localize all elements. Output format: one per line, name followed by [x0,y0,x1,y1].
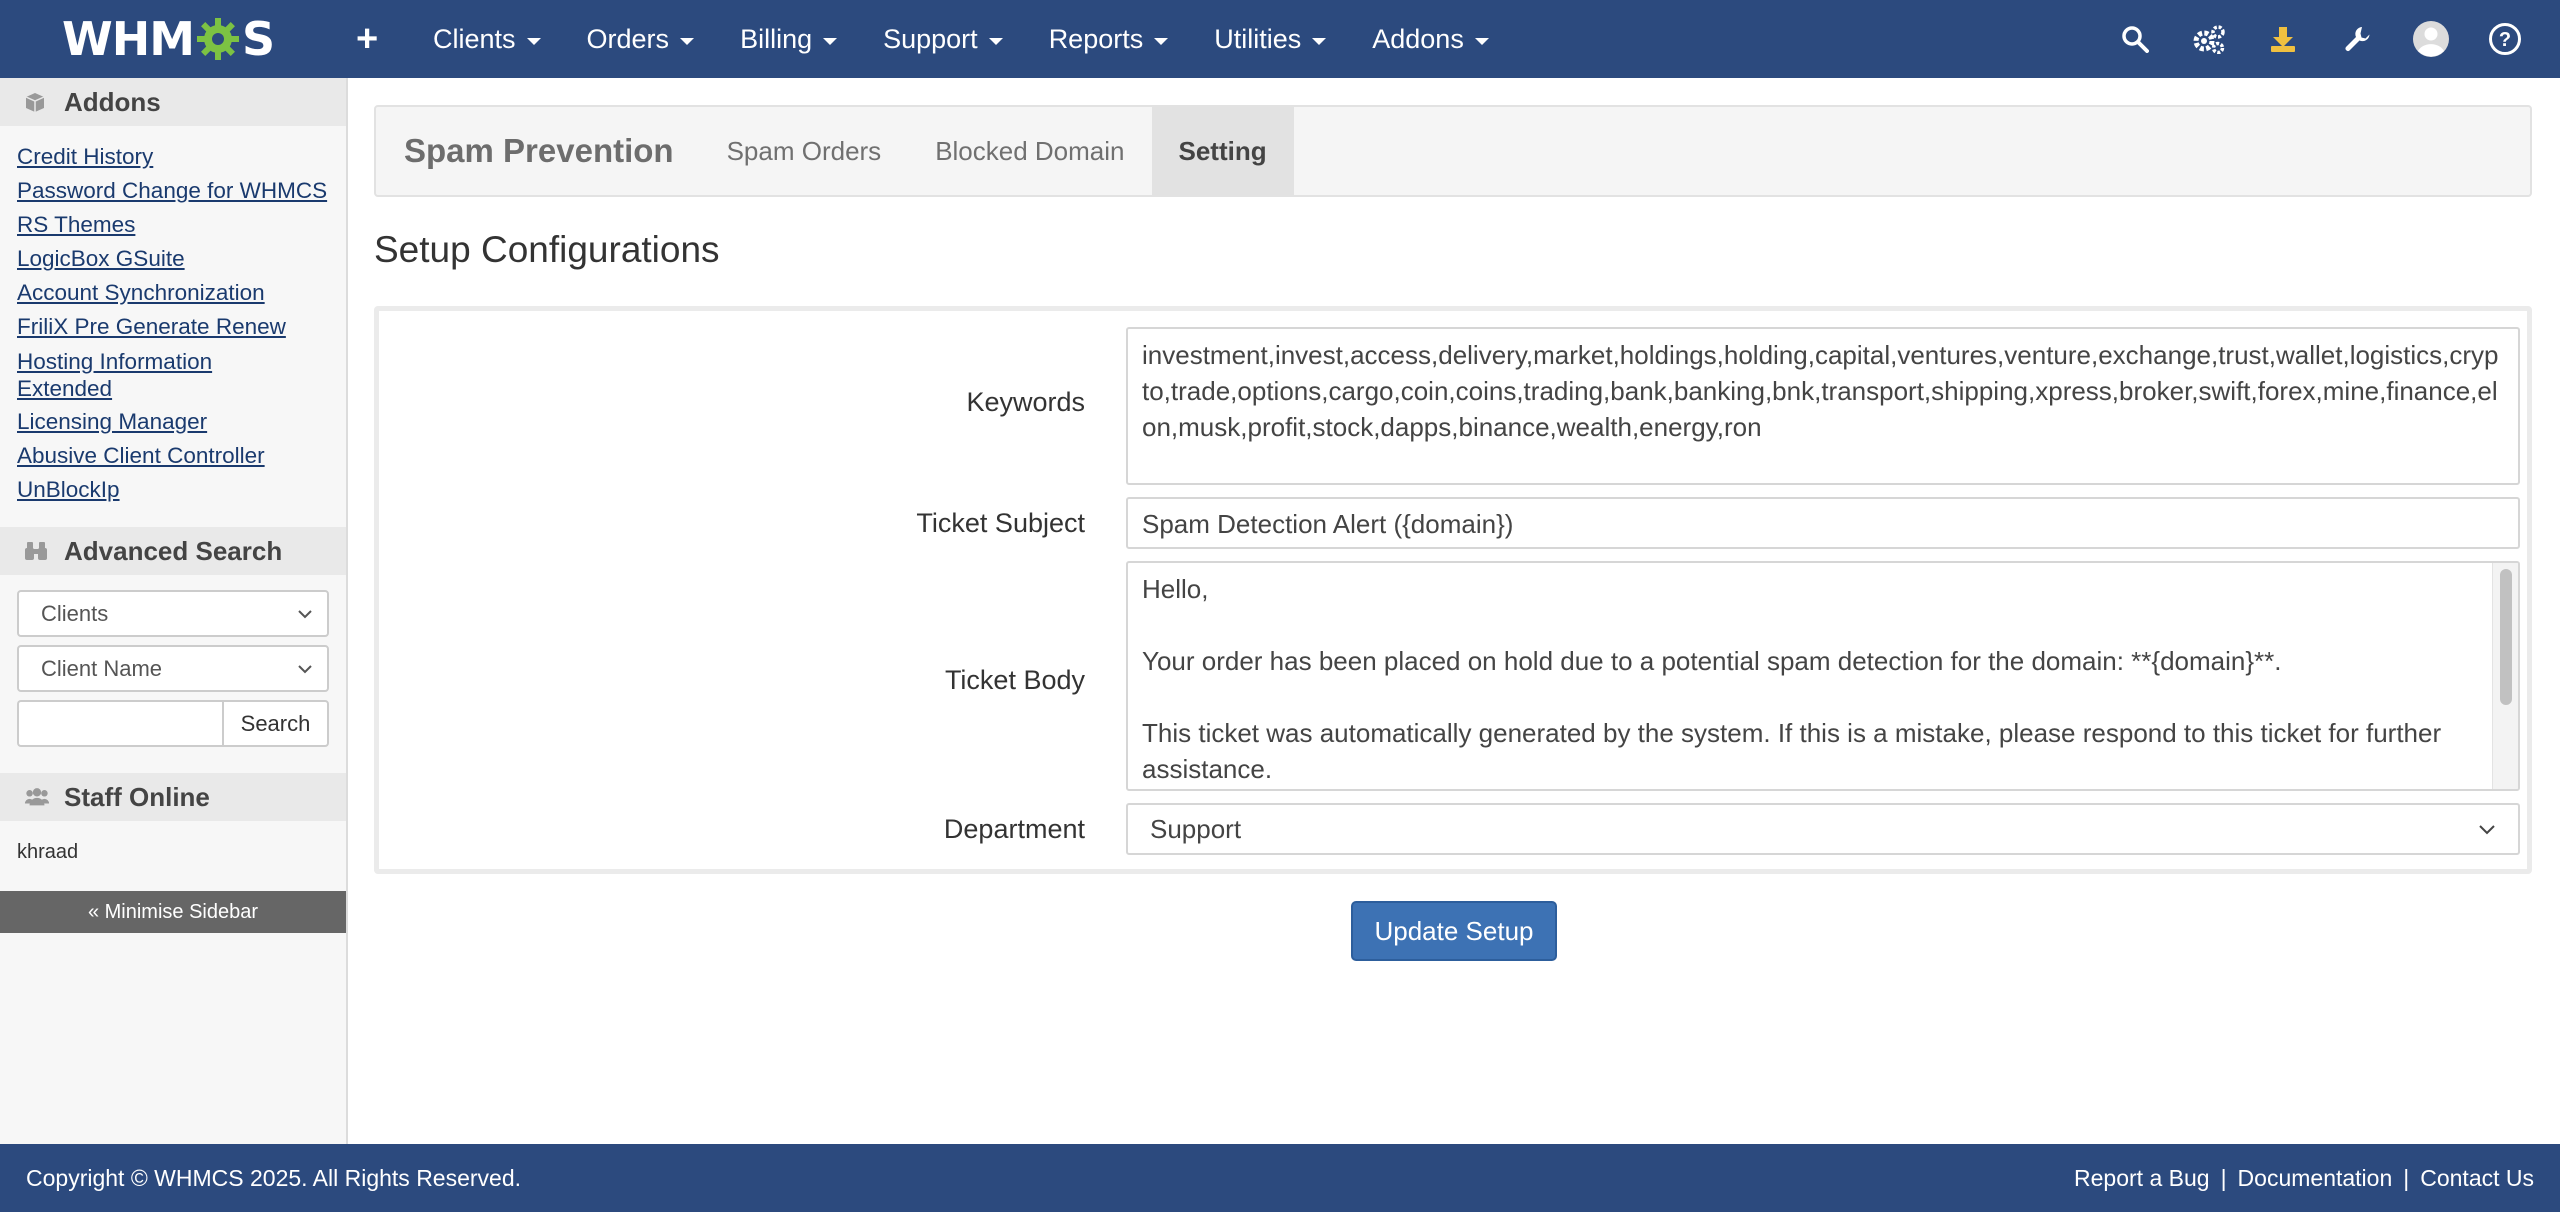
users-icon [24,784,50,810]
report-bug-link[interactable]: Report a Bug [2074,1165,2210,1192]
documentation-link[interactable]: Documentation [2238,1165,2393,1192]
wrench-icon[interactable] [2320,0,2394,78]
addons-panel-title: Addons [64,86,161,117]
menu-label: Utilities [1214,23,1302,54]
addon-link-licensing-manager[interactable]: Licensing Manager [17,405,346,439]
search-field-select[interactable]: Client Name [17,645,329,692]
update-setup-button[interactable]: Update Setup [1351,901,1557,961]
logo-gear-icon [197,18,240,60]
contact-us-link[interactable]: Contact Us [2420,1165,2534,1192]
configure-icon[interactable] [2172,0,2246,78]
menu-label: Billing [740,23,813,54]
addons-panel-header: Addons [0,78,346,126]
tab-blocked-domain[interactable]: Blocked Domain [908,107,1151,195]
footer-links: Report a Bug | Documentation | Contact U… [2074,1165,2534,1192]
download-icon[interactable] [2246,0,2320,78]
main-menu: Clients Orders Billing Support Reports U… [410,0,1512,78]
menu-billing[interactable]: Billing [717,0,860,78]
cube-icon [24,89,50,115]
logo-text-right: S [242,12,275,66]
keywords-label: Keywords [966,387,1085,417]
department-select[interactable]: Support [1126,803,2520,855]
department-value: Support [1150,814,1242,844]
menu-label: Orders [586,23,670,54]
caret-down-icon [1474,37,1489,45]
ticket-body-scrollbar[interactable] [2492,563,2518,789]
caret-down-icon [526,37,541,45]
search-type-select[interactable]: Clients [17,590,329,637]
module-brand[interactable]: Spam Prevention [376,107,700,195]
sidebar: Addons Credit History Password Change fo… [0,78,348,1144]
menu-label: Addons [1372,23,1464,54]
menu-clients[interactable]: Clients [410,0,564,78]
addon-link-password-change[interactable]: Password Change for WHMCS [17,174,346,208]
svg-text:?: ? [2499,29,2511,51]
help-icon[interactable]: ? [2468,0,2542,78]
menu-orders[interactable]: Orders [564,0,718,78]
tab-spam-orders[interactable]: Spam Orders [700,107,909,195]
addon-link-account-sync[interactable]: Account Synchronization [17,276,346,310]
tab-setting[interactable]: Setting [1151,107,1294,195]
menu-label: Clients [433,23,516,54]
binoculars-icon [24,538,50,564]
whmcs-logo[interactable]: WHM S [62,12,275,66]
setup-form: Keywords investment,invest,access,delive… [374,306,2532,874]
addon-link-hosting-info[interactable]: Hosting Information Extended [17,348,257,402]
staff-online-header: Staff Online [0,773,346,821]
addon-link-unblockip[interactable]: UnBlockIp [17,473,346,507]
ticket-body-line: Your order has been placed on hold due t… [1142,646,2282,676]
search-icon[interactable] [2098,0,2172,78]
ticket-subject-label: Ticket Subject [916,508,1085,538]
ticket-subject-input[interactable]: Spam Detection Alert ({domain}) [1126,497,2520,549]
caret-down-icon [680,37,695,45]
advanced-search-title: Advanced Search [64,535,283,566]
ticket-body-label: Ticket Body [944,665,1085,695]
staff-online-name: khraad [17,841,79,863]
staff-online-title: Staff Online [64,781,210,812]
footer-separator: | [2403,1164,2410,1191]
minimise-sidebar-button[interactable]: « Minimise Sidebar [0,891,346,933]
addon-link-logicbox-gsuite[interactable]: LogicBox GSuite [17,242,346,276]
footer-separator: | [2220,1164,2227,1191]
module-tabs: Spam Prevention Spam Orders Blocked Doma… [374,105,2532,197]
advanced-search-header: Advanced Search [0,527,346,575]
addon-link-credit-history[interactable]: Credit History [17,140,346,174]
menu-label: Reports [1048,23,1144,54]
sidebar-search: Search [17,700,329,747]
caret-down-icon [823,37,838,45]
ticket-body-textarea[interactable]: Hello, Your order has been placed on hol… [1126,561,2520,791]
scrollbar-thumb[interactable] [2500,569,2512,705]
chevron-down-icon [298,609,312,618]
menu-label: Support [883,23,978,54]
menu-support[interactable]: Support [860,0,1026,78]
top-navbar: WHM S + Clients Orders Billing Support R… [0,0,2560,78]
navbar-tools: ? [2098,0,2542,78]
menu-utilities[interactable]: Utilities [1191,0,1349,78]
footer: Copyright © WHMCS 2025. All Rights Reser… [0,1144,2560,1212]
chevron-down-icon [2479,824,2495,834]
addon-link-abusive-client[interactable]: Abusive Client Controller [17,439,346,473]
search-field-value: Client Name [41,655,163,681]
avatar-icon[interactable] [2394,0,2468,78]
logo-text-left: WHM [62,12,195,66]
ticket-body-line: Hello, [1142,574,1209,604]
caret-down-icon [1154,37,1169,45]
department-label: Department [943,814,1085,844]
caret-down-icon [1312,37,1327,45]
addon-link-rs-themes[interactable]: RS Themes [17,208,346,242]
menu-reports[interactable]: Reports [1026,0,1192,78]
menu-addons[interactable]: Addons [1349,0,1512,78]
chevron-down-icon [298,664,312,673]
add-new-icon[interactable]: + [356,20,378,58]
search-type-value: Clients [41,600,109,626]
sidebar-search-button[interactable]: Search [222,700,329,747]
addon-link-frilix[interactable]: FriliX Pre Generate Renew [17,310,346,344]
ticket-body-line: This ticket was automatically generated … [1142,718,2442,784]
caret-down-icon [988,37,1003,45]
page-title: Setup Configurations [374,229,720,270]
keywords-textarea[interactable]: investment,invest,access,delivery,market… [1126,327,2520,485]
addon-links: Credit History Password Change for WHMCS… [0,126,346,521]
footer-copyright: Copyright © WHMCS 2025. All Rights Reser… [26,1164,522,1191]
sidebar-search-input[interactable] [17,700,222,747]
